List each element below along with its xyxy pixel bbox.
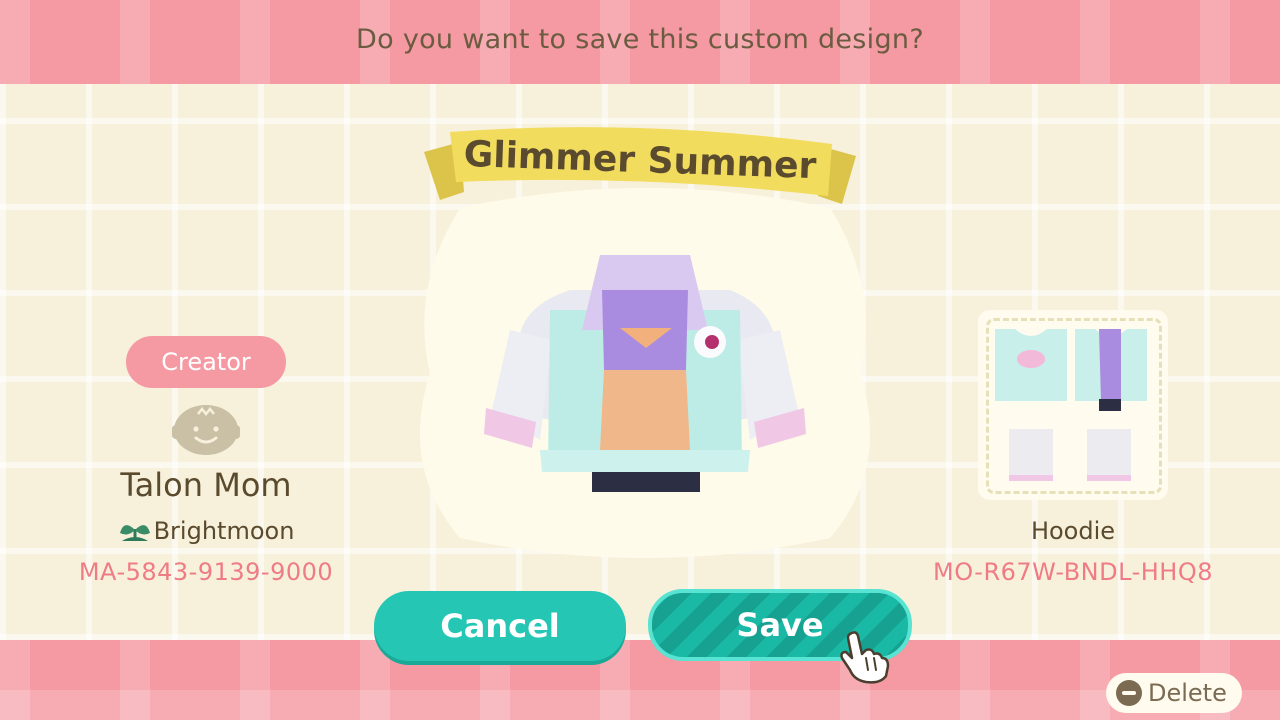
design-code: MO-R67W-BNDL-HHQ8 bbox=[933, 558, 1213, 586]
pattern-preview bbox=[978, 310, 1168, 500]
island-name: Brightmoon bbox=[153, 517, 295, 545]
creator-name: Talon Mom bbox=[120, 466, 292, 504]
pattern-preview-frame bbox=[986, 318, 1162, 494]
hoodie-render bbox=[484, 255, 806, 492]
delete-button[interactable]: Delete bbox=[1106, 673, 1242, 713]
pointing-hand-icon bbox=[840, 631, 890, 684]
pattern-sheet bbox=[995, 329, 1147, 481]
creator-code: MA-5843-9139-9000 bbox=[78, 558, 334, 586]
creator-badge: Creator bbox=[126, 336, 286, 388]
save-prompt-question: Do you want to save this custom design? bbox=[356, 24, 924, 55]
design-type: Hoodie bbox=[1030, 517, 1116, 545]
cancel-button[interactable]: Cancel bbox=[374, 591, 626, 661]
creator-island: Brightmoon bbox=[60, 517, 352, 545]
delete-label: Delete bbox=[1148, 679, 1227, 707]
sprout-icon bbox=[119, 525, 150, 541]
design-title-banner: Glimmer Summer bbox=[420, 122, 860, 208]
villager-face-icon bbox=[172, 405, 240, 455]
minus-button-icon bbox=[1116, 680, 1142, 706]
